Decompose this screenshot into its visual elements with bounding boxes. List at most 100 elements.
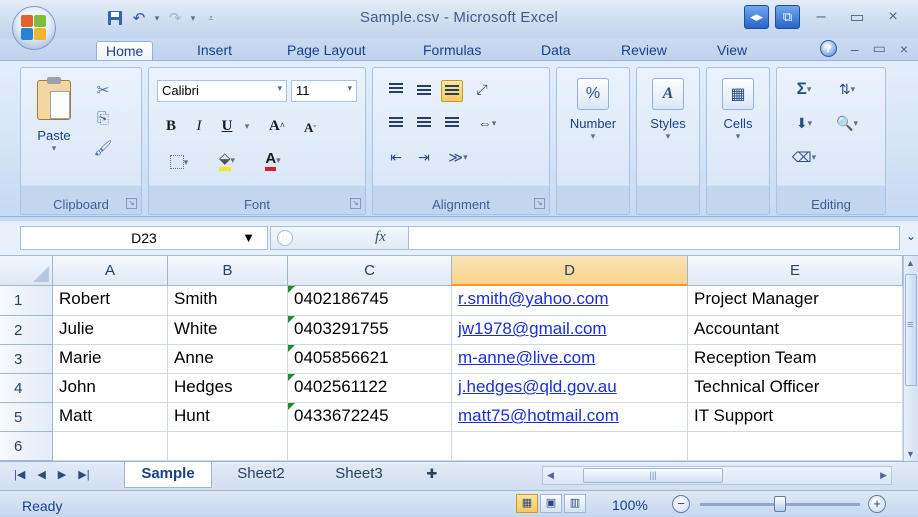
row-header-2[interactable]: 2 xyxy=(0,316,53,345)
cell-c2[interactable]: 0403291755 xyxy=(288,316,452,345)
cell-a2[interactable]: Julie xyxy=(53,316,168,345)
row-header-5[interactable]: 5 xyxy=(0,403,53,432)
screen-share-icon[interactable]: ◂▸ xyxy=(744,5,769,29)
decrease-indent-icon[interactable]: ⇤ xyxy=(385,146,407,168)
number-button[interactable]: % Number ▾ xyxy=(561,78,625,142)
borders-icon[interactable]: ▾ xyxy=(161,150,197,174)
scroll-left-icon[interactable]: ◀ xyxy=(547,470,554,481)
underline-dropdown-icon[interactable]: ▾ xyxy=(241,114,253,138)
sort-filter-icon[interactable]: ⇅ ▾ xyxy=(829,78,865,100)
font-name-select[interactable]: Calibri ▾ xyxy=(157,80,287,102)
format-painter-icon[interactable]: 🖌 xyxy=(93,138,113,158)
cell-d1[interactable]: r.smith@yahoo.com xyxy=(452,286,688,316)
scroll-down-icon[interactable]: ▼ xyxy=(906,449,915,459)
cell-a3[interactable]: Marie xyxy=(53,345,168,374)
column-header-b[interactable]: B xyxy=(168,256,288,286)
sheet-tab-sheet2[interactable]: Sheet2 xyxy=(216,462,306,488)
tab-home[interactable]: Home xyxy=(96,41,154,62)
insert-function-icon[interactable]: fx xyxy=(375,229,386,246)
copy-icon[interactable]: ⎘ xyxy=(93,108,113,128)
clipboard-launcher-icon[interactable]: ↘ xyxy=(126,198,137,209)
horizontal-scrollbar[interactable]: ◀ ||| ▶ xyxy=(542,466,892,485)
maximize-button[interactable]: ▭ xyxy=(842,5,872,29)
align-top-icon[interactable] xyxy=(385,78,407,100)
paste-dropdown-icon[interactable]: ▾ xyxy=(31,143,77,154)
scroll-up-icon[interactable]: ▲ xyxy=(906,258,915,268)
ribbon-minimize-icon[interactable]: – xyxy=(851,41,859,57)
wrap-text-icon[interactable]: ≫ ▾ xyxy=(441,146,475,168)
name-box-dropdown-icon[interactable]: ▼ xyxy=(242,227,255,249)
page-layout-view-icon[interactable]: ▣ xyxy=(540,494,562,513)
underline-button[interactable]: U xyxy=(217,114,237,138)
minimize-button[interactable]: – xyxy=(806,5,836,29)
cut-icon[interactable]: ✂ xyxy=(93,80,113,100)
font-launcher-icon[interactable]: ↘ xyxy=(350,198,361,209)
cell-b2[interactable]: White xyxy=(168,316,288,345)
cell-e5[interactable]: IT Support xyxy=(688,403,903,432)
normal-view-icon[interactable]: ▦ xyxy=(516,494,538,513)
cell-c6[interactable] xyxy=(288,432,452,461)
row-header-4[interactable]: 4 xyxy=(0,374,53,403)
zoom-out-icon[interactable]: − xyxy=(672,495,690,513)
cell-a4[interactable]: John xyxy=(53,374,168,403)
clear-icon[interactable]: ⌫ ▾ xyxy=(787,146,821,168)
cell-b1[interactable]: Smith xyxy=(168,286,288,316)
increase-indent-icon[interactable]: ⇥ xyxy=(413,146,435,168)
align-bottom-icon[interactable] xyxy=(441,80,463,102)
styles-button[interactable]: A Styles ▾ xyxy=(639,78,697,142)
column-header-a[interactable]: A xyxy=(53,256,168,286)
italic-button[interactable]: I xyxy=(189,114,209,138)
tab-review[interactable]: Review xyxy=(612,41,676,61)
vertical-scroll-thumb[interactable] xyxy=(905,274,917,386)
office-button[interactable] xyxy=(12,6,56,50)
cell-d5[interactable]: matt75@hotmail.com xyxy=(452,403,688,432)
cells-button[interactable]: ▦ Cells ▾ xyxy=(709,78,767,142)
bold-button[interactable]: B xyxy=(161,114,181,138)
next-sheet-icon[interactable]: ▶ xyxy=(58,468,66,481)
cell-e4[interactable]: Technical Officer xyxy=(688,374,903,403)
formula-input[interactable]: ◌ fx xyxy=(270,226,900,250)
close-button[interactable]: × xyxy=(878,5,908,29)
grow-font-icon[interactable]: A ^ xyxy=(263,114,291,138)
expand-formula-bar-icon[interactable]: ⌄ xyxy=(906,229,916,243)
merge-center-icon[interactable]: ⇔ ▾ xyxy=(471,112,503,134)
cell-c4[interactable]: 0402561122 xyxy=(288,374,452,403)
scroll-right-icon[interactable]: ▶ xyxy=(880,470,887,481)
cell-c3[interactable]: 0405856621 xyxy=(288,345,452,374)
ribbon-close-icon[interactable]: × xyxy=(900,41,908,57)
insert-sheet-icon[interactable]: ✚ xyxy=(414,462,450,488)
orientation-icon[interactable]: ⤢ xyxy=(471,78,493,100)
cell-b5[interactable]: Hunt xyxy=(168,403,288,432)
sheet-tab-sample[interactable]: Sample xyxy=(124,462,212,488)
row-header-6[interactable]: 6 xyxy=(0,432,53,461)
align-middle-icon[interactable] xyxy=(413,80,435,102)
paste-button[interactable]: Paste ▾ xyxy=(31,76,77,176)
page-break-view-icon[interactable]: ▥ xyxy=(564,494,586,513)
cell-b6[interactable] xyxy=(168,432,288,461)
align-center-icon[interactable] xyxy=(413,112,435,134)
column-header-e[interactable]: E xyxy=(688,256,903,286)
select-all-button[interactable] xyxy=(0,256,53,286)
horizontal-scroll-thumb[interactable]: ||| xyxy=(583,468,723,483)
cell-a5[interactable]: Matt xyxy=(53,403,168,432)
formula-bar-expand-icon[interactable]: ◌ xyxy=(277,230,293,246)
shrink-font-icon[interactable]: Aˇ xyxy=(297,116,323,140)
font-color-icon[interactable]: A ▾ xyxy=(253,148,293,172)
tab-page-layout[interactable]: Page Layout xyxy=(278,41,375,61)
cell-e3[interactable]: Reception Team xyxy=(688,345,903,374)
ribbon-restore-icon[interactable]: ▭ xyxy=(873,40,886,57)
tab-formulas[interactable]: Formulas xyxy=(414,41,490,61)
cell-a1[interactable]: Robert xyxy=(53,286,168,316)
window-switch-icon[interactable]: ⧉ xyxy=(775,5,800,29)
cell-d6[interactable] xyxy=(452,432,688,461)
find-select-icon[interactable]: 🔍 ▾ xyxy=(829,112,865,134)
cell-a6[interactable] xyxy=(53,432,168,461)
column-header-c[interactable]: C xyxy=(288,256,452,286)
align-left-icon[interactable] xyxy=(385,112,407,134)
tab-view[interactable]: View xyxy=(708,41,756,61)
fill-color-icon[interactable]: ⬙ ▾ xyxy=(207,148,247,172)
prev-sheet-icon[interactable]: ◀ xyxy=(37,468,45,481)
cell-c5[interactable]: 0433672245 xyxy=(288,403,452,432)
last-sheet-icon[interactable]: ▶| xyxy=(78,468,89,481)
font-size-select[interactable]: 11 ▾ xyxy=(291,80,357,102)
